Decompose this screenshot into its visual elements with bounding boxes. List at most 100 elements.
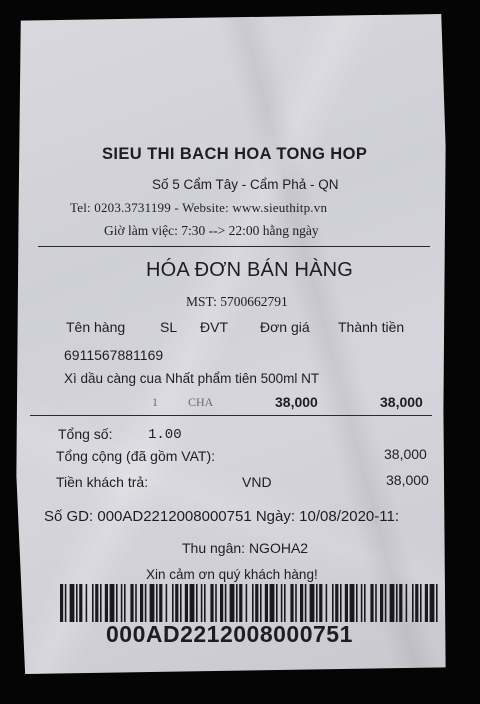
barcode-bar [300, 584, 304, 622]
barcode-bar [255, 584, 259, 622]
store-name: SIEU THI BACH HOA TONG HOP [102, 145, 368, 163]
barcode-bar [180, 584, 182, 622]
barcode-bar [135, 584, 137, 622]
barcode-bar [436, 584, 438, 622]
invoice-title: HÓA ĐƠN BÁN HÀNG [146, 259, 354, 281]
barcode-bar [412, 584, 414, 622]
total-qty-label: Tổng số: [58, 426, 113, 442]
barcode-bar [290, 584, 294, 622]
barcode-bar [165, 584, 168, 622]
item-unit: CHA [188, 395, 214, 409]
barcode-bar [156, 584, 158, 622]
barcode-bar [325, 584, 328, 622]
barcode-bar [375, 584, 377, 622]
barcode-bar [239, 584, 243, 622]
paid-value: 38,000 [386, 472, 429, 488]
barcode-bar [229, 584, 235, 622]
store-hours: Giờ làm việc: 7:30 --> 22:00 hằng ngày [104, 223, 319, 238]
barcode-bar [280, 584, 283, 622]
thank-you-message: Xin cảm ơn quý khách hàng! [146, 567, 318, 582]
barcode-bar [389, 584, 395, 622]
barcode-bar [364, 584, 366, 622]
barcode-bar [349, 584, 355, 622]
item-code: 6911567881169 [64, 347, 164, 363]
barcode-bar [309, 584, 315, 622]
barcode-bar [130, 584, 134, 622]
transaction-line: Số GD: 000AD2212008000751 Ngày: 10/08/20… [44, 508, 399, 525]
item-name: Xì dầu càng cua Nhất phẩm tiên 500ml NT [64, 371, 320, 386]
currency: VND [242, 474, 272, 490]
barcode-bar [140, 584, 144, 622]
store-address: Số 5 Cẩm Tây - Cẩm Phả - QN [152, 177, 339, 192]
store-contact: Tel: 0203.3731199 - Website: www.sieuthi… [70, 200, 328, 215]
barcode-bar [319, 584, 323, 622]
item-qty: 1 [152, 395, 158, 409]
barcode-bar [269, 584, 275, 622]
column-header-unit-price: Đơn giá [260, 319, 310, 335]
barcode-bar [264, 584, 268, 622]
grand-total-value: 38,000 [384, 446, 427, 462]
barcode-bar [120, 584, 123, 622]
item-unit-price: 38,000 [275, 394, 318, 410]
column-header-line-total: Thành tiền [338, 319, 405, 335]
grand-total-label: Tổng cộng (đã gồm VAT): [56, 448, 215, 464]
barcode-bar [360, 584, 363, 622]
barcode-bar [172, 584, 174, 622]
barcode-bar [76, 584, 78, 622]
barcode-bar [429, 584, 435, 622]
barcode-bar [109, 584, 115, 622]
barcode-bar [104, 584, 108, 622]
barcode-bar [210, 584, 214, 622]
barcode-bar [344, 584, 348, 622]
barcode-bar [149, 584, 155, 622]
barcode-bar [420, 584, 422, 622]
barcode-bar [304, 584, 307, 622]
barcode-bar [69, 584, 75, 622]
barcode-bar [159, 584, 163, 622]
barcode-bar [92, 584, 94, 622]
barcode-number: 000AD2212008000751 [106, 621, 353, 647]
barcode-bar [215, 584, 217, 622]
barcode-bar [380, 584, 384, 622]
barcode-bar [370, 584, 374, 622]
barcode-bar [340, 584, 342, 622]
barcode-bar [332, 584, 334, 622]
barcode-bar [295, 584, 297, 622]
barcode-bar [384, 584, 387, 622]
column-header-unit: ĐVT [200, 319, 228, 335]
barcode-bar [224, 584, 227, 622]
barcode-bar [85, 584, 88, 622]
barcode-bar [100, 584, 102, 622]
barcode-bar [184, 584, 188, 622]
barcode-bar [276, 584, 278, 622]
paid-label: Tiền khách trả: [56, 474, 149, 490]
barcode-bar [196, 584, 198, 622]
barcode-bar [335, 584, 339, 622]
barcode-bar [116, 584, 118, 622]
barcode-bar [424, 584, 428, 622]
barcode-bar [124, 584, 126, 622]
tax-id: MST: 5700662791 [186, 294, 288, 309]
barcode-bar [396, 584, 398, 622]
barcode-bar [95, 584, 99, 622]
barcode-bar [316, 584, 318, 622]
column-header-qty: SL [160, 319, 178, 335]
receipt-paper: SIEU THI BACH HOA TONG HOP Số 5 Cẩm Tây … [16, 14, 446, 674]
total-qty-value: 1.00 [148, 427, 182, 443]
barcode-bar [260, 584, 262, 622]
barcode-image [60, 584, 438, 622]
barcode-bar [220, 584, 224, 622]
header-divider [38, 246, 430, 247]
barcode-bar [252, 584, 254, 622]
barcode-bar [204, 584, 206, 622]
barcode-bar [236, 584, 238, 622]
barcode-bar [200, 584, 203, 622]
barcode-bar [284, 584, 286, 622]
barcode-bar [245, 584, 248, 622]
barcode-bar [405, 584, 408, 622]
barcode-bar [144, 584, 147, 622]
barcode-bar [189, 584, 195, 622]
barcode-bar [64, 584, 67, 622]
column-header-item: Tên hàng [66, 319, 126, 335]
items-divider [30, 415, 432, 416]
